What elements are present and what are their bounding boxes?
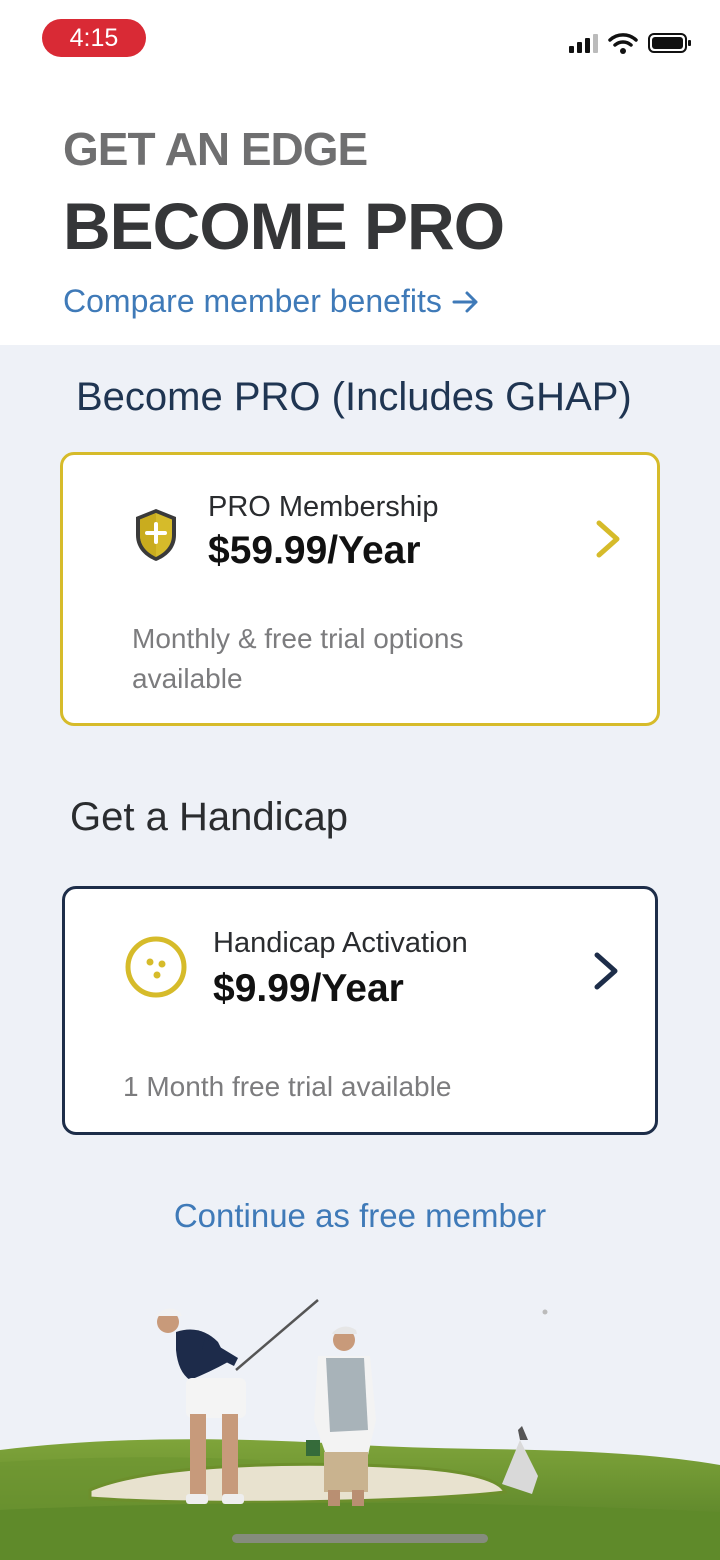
handicap-plan-note: 1 Month free trial available	[123, 1071, 452, 1102]
chevron-right-icon	[596, 520, 620, 558]
wifi-icon	[608, 33, 638, 54]
chevron-right-icon	[594, 952, 618, 990]
pro-membership-card[interactable]: PRO Membership $59.99/Year Monthly & fre…	[60, 452, 660, 726]
golf-course-photo	[0, 1299, 720, 1560]
handicap-plan-price: $9.99/Year	[213, 967, 404, 1010]
page-title: BECOME PRO	[63, 189, 505, 263]
pro-plan-price: $59.99/Year	[208, 529, 421, 572]
continue-free-link[interactable]: Continue as free member	[0, 1197, 720, 1235]
golf-ball-icon	[125, 936, 187, 998]
handicap-plan-name: Handicap Activation	[213, 927, 468, 959]
pro-plan-name: PRO Membership	[208, 491, 439, 523]
pro-plan-note: Monthly & free trial options available	[132, 623, 464, 694]
page-kicker: GET AN EDGE	[63, 123, 368, 175]
shield-plus-icon	[136, 509, 176, 561]
status-icons	[569, 32, 692, 54]
arrow-right-icon	[452, 291, 478, 312]
compare-benefits-label: Compare member benefits	[63, 283, 442, 319]
cellular-signal-icon	[569, 33, 598, 53]
status-time: 4:15	[42, 19, 146, 57]
home-indicator[interactable]	[232, 1534, 488, 1543]
handicap-section-title: Get a Handicap	[70, 795, 348, 839]
pro-section-title: Become PRO (Includes GHAP)	[76, 375, 632, 419]
handicap-activation-card[interactable]: Handicap Activation $9.99/Year 1 Month f…	[62, 886, 658, 1135]
battery-icon	[648, 33, 691, 53]
compare-benefits-link[interactable]: Compare member benefits	[63, 283, 480, 320]
header-area: 4:15 GET AN EDGE BECOME PRO Compare memb…	[0, 0, 720, 345]
